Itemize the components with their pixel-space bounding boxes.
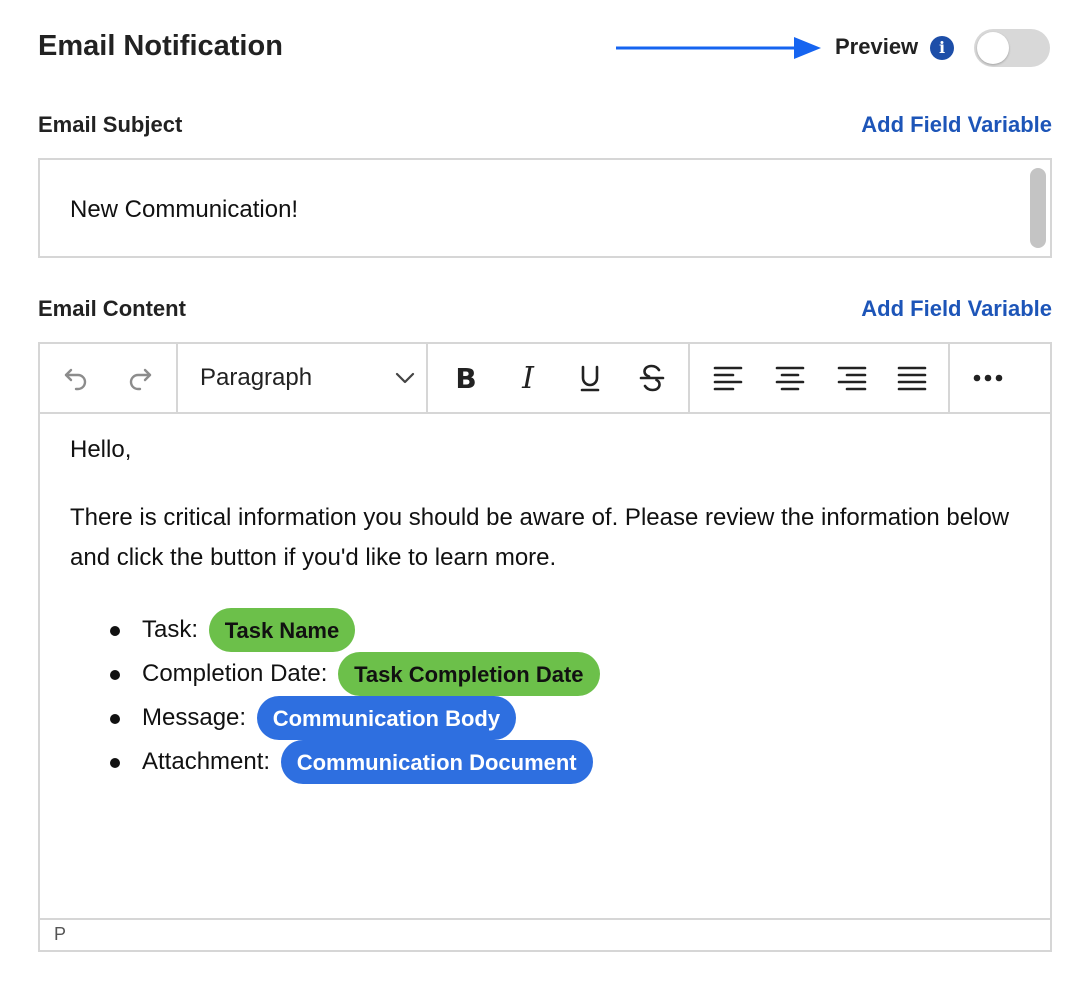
preview-toggle[interactable] bbox=[974, 29, 1050, 67]
page-title: Email Notification bbox=[38, 30, 283, 62]
list-item: Completion Date: Task Completion Date bbox=[110, 652, 1020, 696]
toolbar-separator bbox=[948, 344, 950, 412]
toolbar-separator bbox=[688, 344, 690, 412]
more-icon[interactable] bbox=[966, 344, 1010, 412]
editor-statusbar: P bbox=[40, 918, 1050, 950]
body-paragraph: There is critical information you should… bbox=[70, 504, 1010, 571]
toolbar-separator bbox=[176, 344, 178, 412]
redo-icon[interactable] bbox=[118, 344, 162, 412]
field-variable-pill[interactable]: Task Name bbox=[208, 608, 356, 652]
svg-text:I: I bbox=[521, 362, 535, 394]
subject-add-field-variable-link[interactable]: Add Field Variable bbox=[861, 112, 1052, 138]
greeting-text: Hello, bbox=[70, 436, 132, 463]
email-subject-label: Email Subject bbox=[38, 112, 183, 137]
preview-label: Preview bbox=[835, 34, 919, 59]
chevron-down-icon bbox=[395, 372, 415, 384]
align-left-icon[interactable] bbox=[706, 344, 750, 412]
strikethrough-icon[interactable] bbox=[630, 344, 674, 412]
element-path[interactable]: P bbox=[54, 924, 66, 945]
content-add-field-variable-link[interactable]: Add Field Variable bbox=[861, 296, 1052, 322]
details-list: Task: Task Name Completion Date: Task Co… bbox=[70, 608, 1020, 784]
list-item-label: Task: bbox=[142, 616, 199, 643]
justify-icon[interactable] bbox=[890, 344, 934, 412]
subject-label-row: Email Subject Add Field Variable bbox=[38, 112, 1052, 142]
list-item: Task: Task Name bbox=[110, 608, 1020, 652]
underline-icon[interactable] bbox=[568, 344, 612, 412]
editor-content-area[interactable]: Hello, There is critical information you… bbox=[70, 430, 1020, 784]
email-content-editor: Paragraph B I Hello, There is critical i… bbox=[38, 342, 1052, 952]
list-item: Attachment: Communication Document bbox=[110, 740, 1020, 784]
block-format-select[interactable]: Paragraph bbox=[200, 344, 426, 412]
email-subject-input[interactable]: New Communication! bbox=[38, 158, 1052, 258]
italic-icon[interactable]: I bbox=[506, 344, 550, 412]
undo-icon[interactable] bbox=[54, 344, 98, 412]
list-item-label: Attachment: bbox=[142, 748, 271, 775]
toggle-knob bbox=[977, 32, 1009, 64]
header: Email Notification Preview i bbox=[38, 28, 1052, 68]
field-variable-pill[interactable]: Task Completion Date bbox=[338, 652, 600, 696]
info-icon[interactable]: i bbox=[930, 36, 954, 60]
align-center-icon[interactable] bbox=[768, 344, 812, 412]
subject-scrollbar[interactable] bbox=[1030, 168, 1046, 248]
email-subject-value: New Communication! bbox=[70, 196, 299, 223]
list-item-label: Completion Date: bbox=[142, 660, 328, 687]
toolbar-separator bbox=[426, 344, 428, 412]
field-variable-pill[interactable]: Communication Document bbox=[280, 740, 593, 784]
svg-text:B: B bbox=[455, 362, 476, 394]
arrow-right-icon bbox=[616, 37, 821, 59]
content-label-row: Email Content Add Field Variable bbox=[38, 296, 1052, 326]
block-format-value: Paragraph bbox=[200, 364, 313, 391]
editor-toolbar: Paragraph B I bbox=[40, 344, 1050, 414]
list-item-label: Message: bbox=[142, 704, 247, 731]
list-item: Message: Communication Body bbox=[110, 696, 1020, 740]
email-content-label: Email Content bbox=[38, 296, 186, 321]
align-right-icon[interactable] bbox=[830, 344, 874, 412]
field-variable-pill[interactable]: Communication Body bbox=[256, 696, 517, 740]
bold-icon[interactable]: B bbox=[444, 344, 488, 412]
